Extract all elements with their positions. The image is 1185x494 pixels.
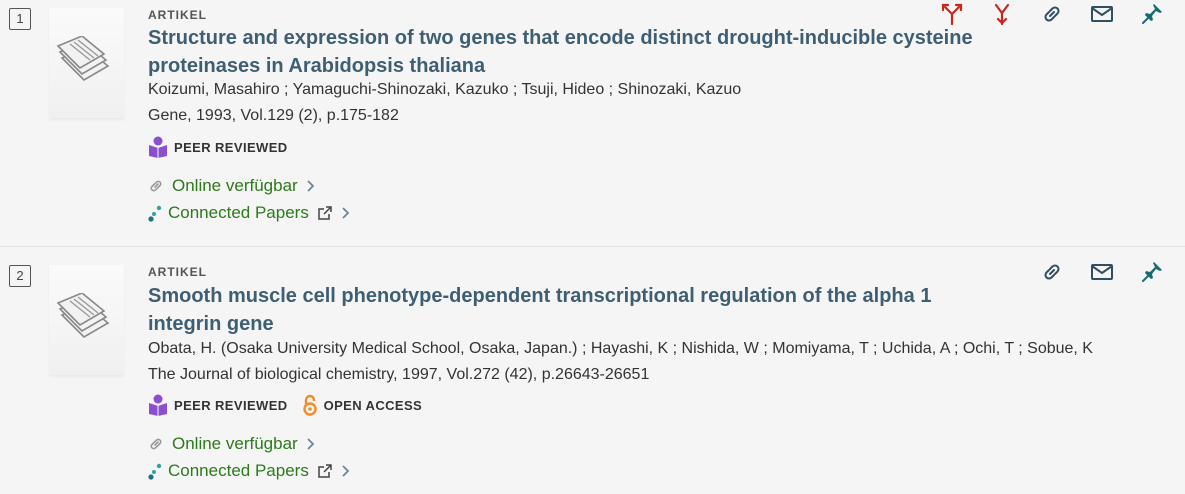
- citing-icon: [994, 3, 1010, 26]
- document-thumbnail-icon: [56, 293, 110, 339]
- cited-by-button[interactable]: [940, 2, 964, 26]
- peer-reviewed-icon: [149, 136, 167, 158]
- authors: Obata, H. (Osaka University Medical Scho…: [148, 340, 1093, 357]
- email-icon: [1091, 264, 1113, 280]
- badge-row: PEER REVIEWED: [148, 136, 302, 158]
- online-available-link[interactable]: Online verfügbar: [148, 175, 316, 197]
- external-link-icon: [318, 464, 332, 478]
- cited-by-icon: [941, 3, 963, 26]
- source-citation: Gene, 1993, Vol.129 (2), p.175-182: [148, 107, 399, 124]
- connected-papers-icon: [148, 205, 162, 222]
- chevron-right-icon: [307, 180, 314, 192]
- resource-type: ARTIKEL: [148, 8, 207, 22]
- pin-button[interactable]: [1140, 260, 1164, 284]
- badge-row: PEER REVIEWED OPEN ACCESS: [148, 394, 436, 416]
- connected-papers-link[interactable]: Connected Papers: [148, 202, 351, 224]
- chevron-right-icon: [307, 438, 314, 450]
- peer-reviewed-label: PEER REVIEWED: [174, 397, 288, 413]
- link-icon: [150, 180, 162, 192]
- permalink-icon: [1044, 6, 1060, 22]
- open-access-label: OPEN ACCESS: [323, 397, 423, 413]
- result-index: 2: [9, 265, 31, 287]
- connected-papers-label: Connected Papers: [168, 203, 309, 222]
- peer-reviewed-icon: [149, 394, 167, 416]
- permalink-icon: [1044, 264, 1060, 280]
- source-citation: The Journal of biological chemistry, 199…: [148, 366, 650, 383]
- result-item-1: 1 ARTIKEL Structure and expression of tw…: [0, 0, 1185, 246]
- open-access-lock-icon: [302, 394, 317, 416]
- email-button[interactable]: [1090, 2, 1114, 26]
- peer-reviewed-label: PEER REVIEWED: [174, 139, 288, 155]
- authors: Koizumi, Masahiro ; Yamaguchi-Shinozaki,…: [148, 81, 742, 98]
- chevron-right-icon: [342, 465, 350, 477]
- permalink-button[interactable]: [1040, 260, 1064, 284]
- document-thumbnail-icon: [56, 36, 110, 82]
- resource-type: ARTIKEL: [148, 265, 207, 279]
- citing-button[interactable]: [990, 2, 1014, 26]
- result-title[interactable]: Smooth muscle cell phenotype-dependent t…: [148, 282, 978, 338]
- email-icon: [1091, 6, 1113, 22]
- online-available-label: Online verfügbar: [172, 176, 298, 195]
- external-link-icon: [318, 206, 332, 220]
- open-access-badge: OPEN ACCESS: [302, 394, 423, 416]
- chevron-right-icon: [342, 207, 350, 219]
- email-button[interactable]: [1090, 260, 1114, 284]
- result-item-2: 2 ARTIKEL Smooth muscle cell phenotype-d…: [0, 246, 1185, 492]
- pin-icon: [1142, 262, 1162, 282]
- online-available-link[interactable]: Online verfügbar: [148, 433, 316, 455]
- result-index: 1: [9, 8, 31, 30]
- pin-icon: [1142, 4, 1162, 24]
- link-icon: [150, 438, 162, 450]
- peer-reviewed-badge: PEER REVIEWED: [148, 136, 288, 158]
- online-available-label: Online verfügbar: [172, 434, 298, 453]
- permalink-button[interactable]: [1040, 2, 1064, 26]
- peer-reviewed-badge: PEER REVIEWED: [148, 394, 288, 416]
- document-thumbnail[interactable]: [49, 8, 124, 118]
- pin-button[interactable]: [1140, 2, 1164, 26]
- connected-papers-label: Connected Papers: [168, 461, 309, 480]
- result-title[interactable]: Structure and expression of two genes th…: [148, 24, 978, 80]
- connected-papers-icon: [148, 463, 162, 480]
- document-thumbnail[interactable]: [49, 265, 124, 375]
- connected-papers-link[interactable]: Connected Papers: [148, 460, 351, 482]
